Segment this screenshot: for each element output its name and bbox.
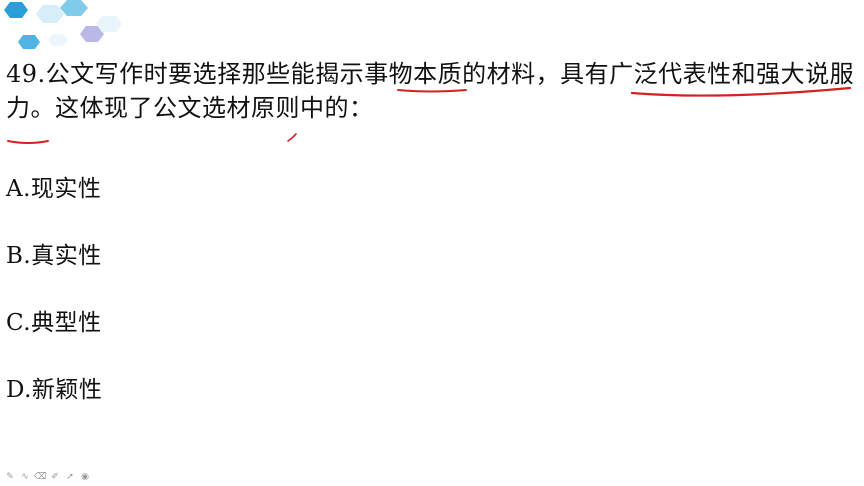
option-d[interactable]: D.新颖性 [6,375,102,405]
option-c[interactable]: C.典型性 [6,308,102,338]
check-mark [287,133,297,142]
presentation-toolbar: ✎ ∿ ⌫ ✐ ➚ ◉ [4,470,91,484]
hexagon-teal [60,0,88,16]
question-text: 49.公文写作时要选择那些能揭示事物本质的材料，具有广泛代表性和强大说服力。这体… [6,60,855,122]
hexagon-blue-small [18,35,40,49]
hexagon-decoration [4,0,122,49]
pen-icon[interactable]: ✎ [4,471,16,483]
curve-icon[interactable]: ∿ [19,471,31,483]
record-icon[interactable]: ◉ [79,471,91,483]
underline-persuasive [7,140,49,144]
option-a[interactable]: A.现实性 [6,174,101,204]
hexagon-blue [4,2,28,18]
pointer-icon[interactable]: ➚ [64,471,76,483]
slide: 49.公文写作时要选择那些能揭示事物本质的材料，具有广泛代表性和强大说服力。这体… [0,0,864,486]
hexagon-faint [48,34,68,46]
hexagon-light [36,5,64,23]
option-b[interactable]: B.真实性 [6,241,102,271]
eraser-icon[interactable]: ⌫ [34,471,47,483]
highlighter-icon[interactable]: ✐ [49,471,61,483]
